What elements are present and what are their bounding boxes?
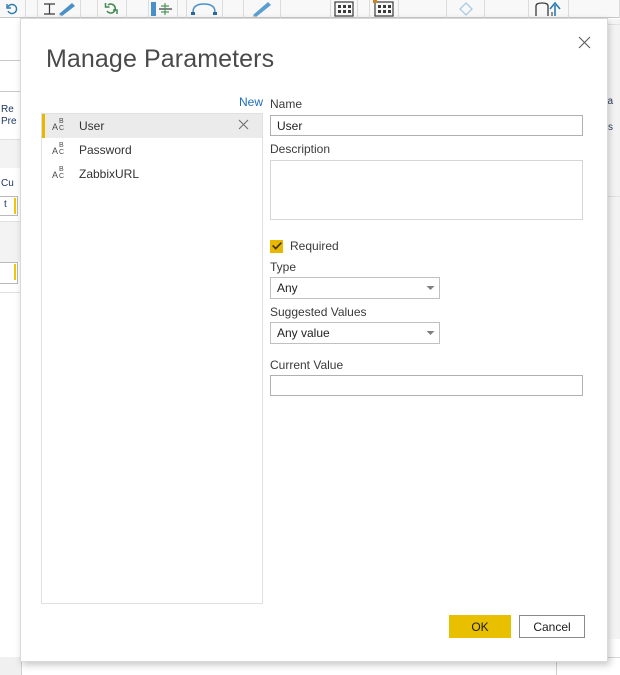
ribbon-divider-6 <box>281 0 331 18</box>
ribbon-button-append[interactable] <box>529 0 569 18</box>
ribbon-divider-3 <box>127 0 150 18</box>
description-label: Description <box>270 142 331 156</box>
ribbon-button-table-grid[interactable] <box>331 0 359 18</box>
background-fragment-pre: Pre <box>1 116 17 127</box>
diamond-icon <box>458 1 473 16</box>
list-item-label: User <box>79 119 105 133</box>
dialog-close-button[interactable] <box>569 27 599 57</box>
abc-text-type-icon: ABC <box>52 118 65 132</box>
ribbon-button-refresh[interactable] <box>0 0 26 18</box>
close-icon <box>578 36 590 48</box>
table-grid-orange-icon <box>373 0 394 17</box>
ribbon-divider-7 <box>358 0 371 18</box>
list-item-label: ZabbixURL <box>79 167 140 181</box>
ribbon-button-edit[interactable] <box>38 0 81 18</box>
background-left-input <box>0 60 22 92</box>
type-label: Type <box>270 260 297 274</box>
background-ribbon <box>0 0 620 18</box>
ribbon-button-edit-query[interactable] <box>244 0 282 18</box>
list-item[interactable]: ABC User <box>42 114 262 138</box>
ribbon-button-diamond[interactable] <box>447 0 485 18</box>
pencil-blue-icon <box>252 1 271 17</box>
close-icon <box>238 119 249 130</box>
required-label: Required <box>290 239 339 253</box>
refresh-circular-icon <box>105 3 119 14</box>
ribbon-divider-5 <box>223 0 244 18</box>
cancel-button[interactable]: Cancel <box>519 615 585 638</box>
app-root: Re Pre Cu t a s Manage Parameters New AB… <box>0 0 620 675</box>
type-dropdown-value: Any <box>277 281 298 295</box>
background-left-sep-1 <box>0 139 22 140</box>
new-parameter-link[interactable]: New <box>217 95 263 109</box>
refresh-icon <box>6 3 18 14</box>
name-label: Name <box>270 97 303 111</box>
background-left-sep-2 <box>0 221 22 222</box>
background-left-yellow-box <box>0 262 18 284</box>
ribbon-divider-4 <box>178 0 187 18</box>
delete-parameter-button[interactable] <box>238 119 252 133</box>
current-value-label: Current Value <box>270 358 344 372</box>
required-checkbox[interactable] <box>270 239 283 253</box>
abc-text-type-icon: ABC <box>52 142 65 156</box>
background-bottom-tab[interactable] <box>0 657 22 675</box>
ribbon-divider-2 <box>81 0 98 18</box>
abc-text-type-icon: ABC <box>52 166 65 180</box>
list-item[interactable]: ABC ZabbixURL <box>42 162 262 186</box>
chevron-down-icon <box>421 322 439 344</box>
ribbon-button-split-column[interactable] <box>149 0 179 18</box>
ribbon-button-refresh-all[interactable] <box>98 0 127 18</box>
background-fragment-re: Re <box>1 104 14 115</box>
ribbon-divider-8 <box>399 0 448 18</box>
append-icon <box>534 1 561 16</box>
background-fragment-a: a <box>607 96 613 107</box>
chevron-down-icon <box>421 277 439 299</box>
ribbon-button-group-by[interactable] <box>187 0 223 18</box>
table-grid-icon <box>334 0 354 17</box>
ribbon-divider-9 <box>485 0 530 18</box>
background-left-shade-1 <box>0 140 22 168</box>
pencil-edit-icon <box>43 2 75 16</box>
column-split-icon <box>151 1 173 16</box>
list-item[interactable]: ABC Password <box>42 138 262 162</box>
description-textarea[interactable] <box>270 160 583 220</box>
type-dropdown[interactable]: Any <box>270 277 440 299</box>
dialog-title: Manage Parameters <box>46 45 275 73</box>
background-left-sep-3 <box>0 292 22 293</box>
current-value-input[interactable] <box>270 375 583 396</box>
background-left-shade-2 <box>0 222 22 262</box>
suggested-values-dropdown[interactable]: Any value <box>270 322 440 344</box>
suggested-values-dropdown-value: Any value <box>277 326 330 340</box>
ok-button[interactable]: OK <box>449 615 511 638</box>
name-input[interactable] <box>270 115 583 136</box>
background-fragment-cu: Cu <box>1 178 14 189</box>
ribbon-divider-1 <box>26 0 38 18</box>
parameter-list[interactable]: ABC User ABC Password ABC ZabbixURL <box>41 113 263 604</box>
manage-parameters-dialog: Manage Parameters New ABC User ABC Passw… <box>20 18 608 662</box>
ribbon-divider-10 <box>569 0 620 18</box>
background-fragment-s: s <box>608 122 613 133</box>
list-item-label: Password <box>79 143 132 157</box>
required-checkbox-row[interactable]: Required <box>270 239 339 253</box>
ribbon-button-table-grid-alt[interactable] <box>370 0 400 18</box>
background-fragment-t: t <box>4 199 7 210</box>
group-by-icon <box>191 3 218 15</box>
background-left-small-input <box>0 196 18 216</box>
suggested-values-label: Suggested Values <box>270 305 367 319</box>
checkmark-icon <box>271 242 282 250</box>
